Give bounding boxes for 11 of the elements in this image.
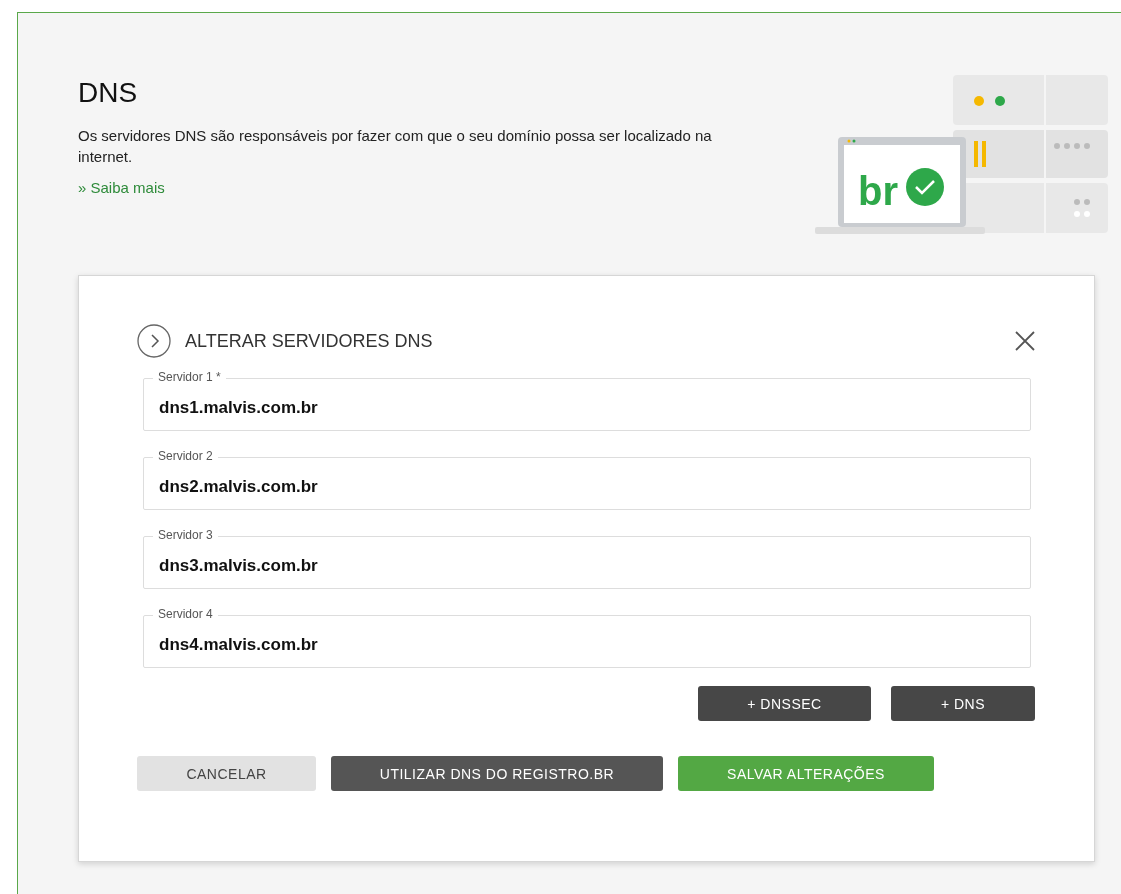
close-icon[interactable] [1014,330,1036,352]
panel-title: ALTERAR SERVIDORES DNS [185,330,433,352]
chevron-circle-icon[interactable] [137,324,171,358]
description-text: Os servidores DNS são responsáveis por fazer com que o seu domínio possa ser localizado na internet. [78,126,713,167]
use-default-dns-button[interactable]: UTILIZAR DNS DO REGISTRO.BR [331,756,663,791]
cancel-button[interactable]: CANCELAR [137,756,316,791]
page-title: DNS [78,77,139,109]
learn-more-link[interactable]: » Saiba mais [78,179,165,196]
server-laptop-drawing: br [813,75,1121,245]
add-button[interactable]: + DNSSEC [698,686,871,721]
add-button[interactable]: + DNS [891,686,1035,721]
